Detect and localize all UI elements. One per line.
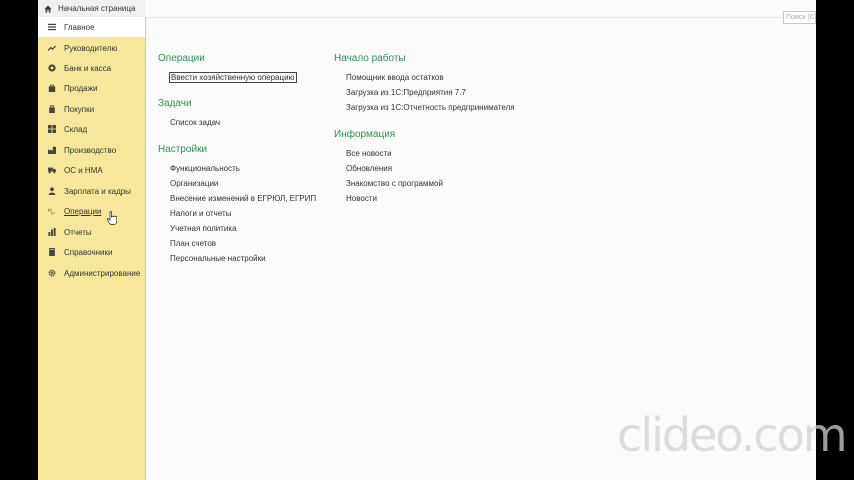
section-main[interactable]: Главное (38, 17, 145, 37)
warehouse-grid-icon (48, 125, 56, 133)
link-accounting-policy[interactable]: Учетная политика (170, 224, 237, 233)
section-label: Покупки (64, 105, 95, 114)
link-import-entrepreneur[interactable]: Загрузка из 1С:Отчетность предпринимател… (346, 103, 515, 112)
section-operations[interactable]: Дт Кт Операции (38, 201, 145, 221)
basket-icon (49, 105, 55, 113)
sections-panel: Главное Руководителю Банк и касса Продаж… (38, 17, 146, 480)
link-intro[interactable]: Знакомство с программой (346, 179, 443, 188)
section-label: Главное (64, 23, 95, 32)
section-label: ОС и НМА (64, 166, 103, 175)
section-label: Склад (64, 125, 88, 134)
shopping-bag-icon (48, 84, 56, 92)
gear-icon (48, 269, 56, 277)
home-tab-label: Начальная страница (58, 4, 136, 13)
section-sales[interactable]: Продажи (38, 78, 145, 98)
section-reports[interactable]: Отчеты (38, 222, 145, 242)
group-title-tasks: Задачи (158, 98, 192, 109)
svg-text:Кт: Кт (51, 212, 55, 215)
section-admin[interactable]: Администрирование (38, 263, 145, 283)
coin-icon (48, 64, 56, 72)
dt-kt-icon: Дт Кт (48, 208, 55, 215)
link-personal-settings[interactable]: Персональные настройки (170, 254, 266, 263)
group-title-information: Информация (334, 129, 396, 140)
section-production[interactable]: Производство (38, 140, 145, 160)
section-warehouse[interactable]: Склад (38, 119, 145, 139)
tab-bar (145, 0, 816, 18)
section-payroll[interactable]: Зарплата и кадры (38, 181, 145, 201)
person-icon (48, 187, 56, 195)
watermark: clideo.com (617, 408, 848, 462)
section-label: Банк и касса (64, 64, 112, 73)
group-title-operations: Операции (158, 53, 205, 64)
factory-icon (48, 146, 56, 154)
section-label: Производство (64, 146, 117, 155)
section-assets[interactable]: ОС и НМА (38, 160, 145, 180)
book-icon (49, 248, 55, 256)
section-label: Продажи (64, 84, 98, 93)
trend-up-icon (48, 45, 56, 51)
section-label: Руководителю (64, 44, 118, 53)
section-bank[interactable]: Банк и касса (38, 58, 145, 78)
section-purchases[interactable]: Покупки (38, 99, 145, 119)
link-taxes-reports[interactable]: Налоги и отчеты (170, 209, 231, 218)
hand-cursor-icon (107, 211, 117, 225)
section-label: Администрирование (64, 269, 141, 278)
link-organizations[interactable]: Организации (170, 179, 218, 188)
group-title-getting-started: Начало работы (334, 53, 406, 64)
link-functionality[interactable]: Функциональность (170, 164, 240, 173)
group-title-settings: Настройки (158, 144, 208, 155)
home-tab[interactable]: Начальная страница (38, 0, 146, 18)
section-references[interactable]: Справочники (38, 242, 145, 262)
home-icon (44, 4, 52, 13)
link-all-news[interactable]: Все новости (346, 149, 392, 158)
truck-icon (48, 167, 56, 174)
bar-chart-icon (48, 228, 56, 236)
section-label: Операции (64, 207, 102, 216)
menu-lines-icon (48, 23, 56, 31)
link-enter-operation[interactable]: Ввести хозяйственную операцию (169, 72, 297, 83)
link-balance-assistant[interactable]: Помощник ввода остатков (346, 73, 444, 82)
section-manager[interactable]: Руководителю (38, 38, 145, 58)
link-egrul-changes[interactable]: Внесение изменений в ЕГРЮЛ, ЕГРИП (170, 194, 316, 203)
link-chart-of-accounts[interactable]: План счетов (170, 239, 216, 248)
link-import-77[interactable]: Загрузка из 1С:Предприятия 7.7 (346, 88, 466, 97)
section-label: Отчеты (64, 228, 92, 237)
link-updates[interactable]: Обновления (346, 164, 392, 173)
link-news[interactable]: Новости (346, 194, 377, 203)
link-task-list[interactable]: Список задач (170, 118, 220, 127)
section-label: Зарплата и кадры (64, 187, 131, 196)
section-label: Справочники (64, 248, 113, 257)
